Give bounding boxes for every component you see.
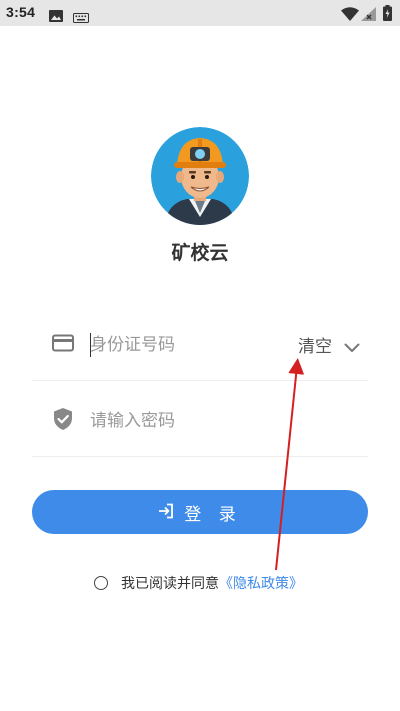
password-input[interactable]: [90, 406, 290, 436]
gallery-icon: [49, 7, 63, 26]
password-field: [32, 386, 368, 457]
signal-icon: [361, 6, 377, 25]
battery-icon: [383, 5, 392, 25]
status-time: 3:54: [6, 4, 36, 20]
clear-button[interactable]: 清空: [298, 332, 332, 357]
login-icon: [158, 503, 174, 522]
shield-check-icon: [52, 408, 74, 435]
status-bar: 3:54: [0, 0, 400, 26]
login-label: 登 录: [184, 504, 242, 525]
text-cursor: [90, 333, 91, 357]
agreement-text: 我已阅读并同意: [121, 576, 219, 592]
id-number-field: 清空: [32, 310, 368, 381]
app-avatar: [151, 127, 249, 225]
privacy-agreement: 我已阅读并同意 《隐私政策》: [94, 572, 303, 594]
app-name: 矿校云: [171, 242, 229, 264]
wifi-icon: [341, 6, 359, 25]
login-button[interactable]: 登 录: [32, 490, 368, 534]
chevron-down-icon[interactable]: [344, 338, 360, 357]
id-number-input[interactable]: [90, 330, 290, 360]
agree-radio[interactable]: [94, 576, 108, 590]
keyboard-icon: [73, 8, 89, 27]
miner-avatar-icon: [151, 127, 249, 225]
privacy-policy-link[interactable]: 《隐私政策》: [219, 573, 303, 593]
card-icon: [52, 334, 74, 356]
